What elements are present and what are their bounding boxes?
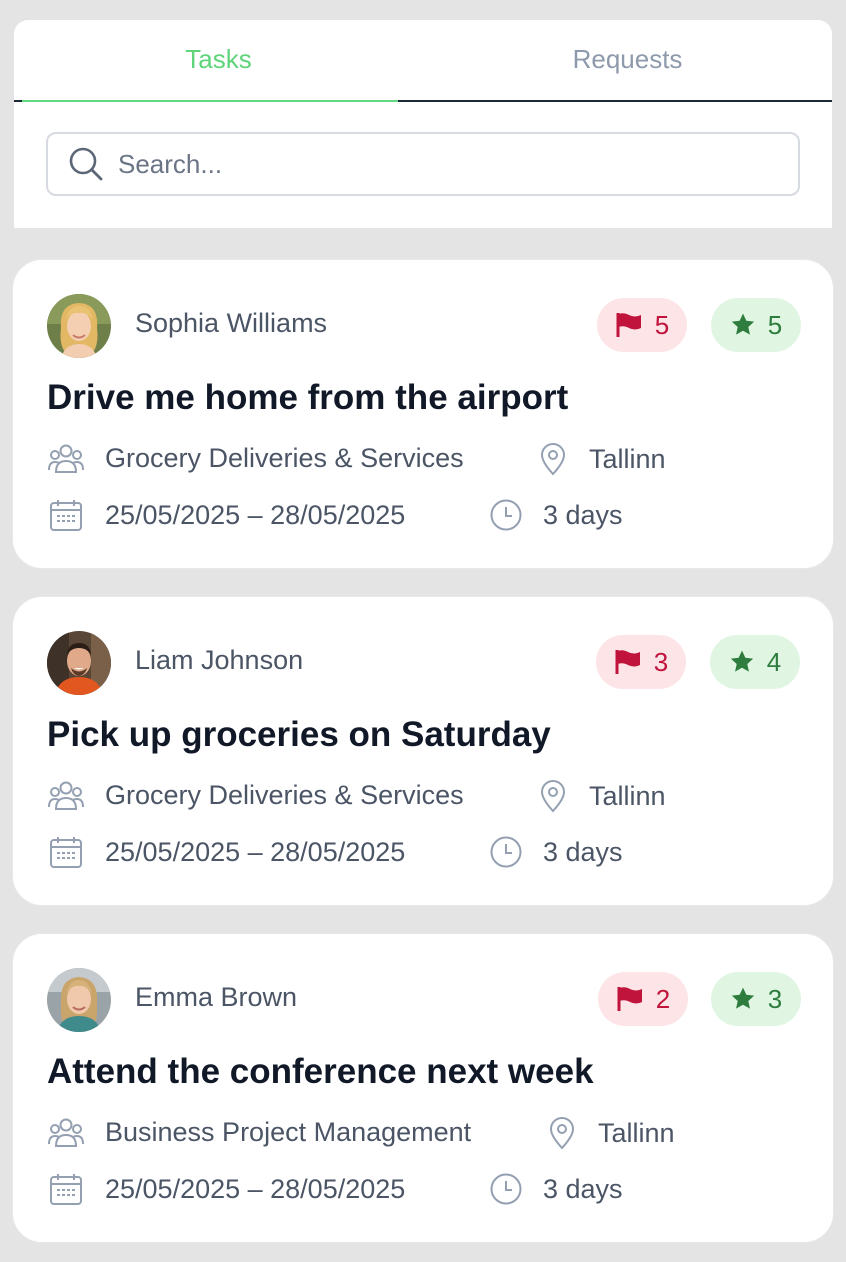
- duration-label: 3 days: [543, 499, 623, 530]
- flag-count: 5: [654, 309, 670, 340]
- location-label: Tallinn: [589, 443, 666, 474]
- flag-badge: 5: [597, 298, 687, 352]
- date-range: 25/05/2025 – 28/05/2025: [105, 499, 406, 530]
- search-input[interactable]: [118, 148, 778, 180]
- rating-value: 5: [767, 309, 783, 340]
- category-label: Business Project Management: [105, 1116, 472, 1147]
- author-name: Sophia Williams: [135, 308, 328, 338]
- rating-value: 3: [767, 983, 783, 1014]
- task-dates: 25/05/2025 – 28/05/2025: [47, 1172, 405, 1206]
- author-name: Emma Brown: [135, 982, 298, 1012]
- flag-badge: 3: [596, 635, 686, 689]
- task-location: Tallinn: [537, 442, 666, 476]
- tab-bar: Tasks Requests: [14, 20, 832, 102]
- duration-label: 3 days: [543, 1173, 623, 1204]
- task-list-header: Tasks Requests: [14, 20, 832, 228]
- avatar: [47, 631, 111, 695]
- clock-icon: [490, 499, 522, 531]
- task-location: Tallinn: [546, 1116, 675, 1150]
- task-category: Grocery Deliveries & Services: [47, 442, 464, 474]
- task-card[interactable]: Sophia Williams 5 5 Drive me home from t…: [12, 259, 834, 569]
- rating-badge: 4: [710, 635, 800, 689]
- task-category: Business Project Management: [47, 1116, 471, 1148]
- date-range: 25/05/2025 – 28/05/2025: [105, 836, 406, 867]
- rating-value: 4: [766, 646, 782, 677]
- task-card[interactable]: Liam Johnson 3 4 Pick up groceries on Sa…: [12, 596, 834, 906]
- avatar: [47, 294, 111, 358]
- flag-icon: [615, 650, 640, 674]
- clock-icon: [490, 836, 522, 868]
- task-dates: 25/05/2025 – 28/05/2025: [47, 835, 405, 869]
- location-pin-icon: [549, 1117, 575, 1150]
- avatar: [47, 968, 111, 1032]
- group-icon: [48, 444, 84, 473]
- search-box[interactable]: [46, 132, 800, 196]
- duration-label: 3 days: [543, 836, 623, 867]
- category-label: Grocery Deliveries & Services: [105, 442, 464, 473]
- task-location: Tallinn: [537, 779, 666, 813]
- task-card[interactable]: Emma Brown 2 3 Attend the conference nex…: [12, 933, 834, 1243]
- search-icon: [69, 147, 103, 181]
- calendar-icon: [50, 1174, 82, 1205]
- group-icon: [48, 1118, 84, 1147]
- rating-badge: 3: [711, 972, 801, 1026]
- date-range: 25/05/2025 – 28/05/2025: [105, 1173, 406, 1204]
- task-title: Pick up groceries on Saturday: [47, 715, 551, 754]
- author-name: Liam Johnson: [135, 645, 304, 675]
- star-icon: [731, 987, 754, 1009]
- task-title: Drive me home from the airport: [47, 378, 569, 417]
- location-pin-icon: [540, 443, 566, 476]
- task-category: Grocery Deliveries & Services: [47, 779, 464, 811]
- task-duration: 3 days: [489, 1172, 623, 1206]
- calendar-icon: [50, 500, 82, 531]
- location-pin-icon: [540, 780, 566, 813]
- rating-badge: 5: [711, 298, 801, 352]
- calendar-icon: [50, 837, 82, 868]
- task-duration: 3 days: [489, 498, 623, 532]
- active-tab-indicator: [22, 100, 398, 102]
- category-label: Grocery Deliveries & Services: [105, 779, 464, 810]
- tab-requests[interactable]: Requests: [423, 20, 832, 102]
- tab-tasks[interactable]: Tasks: [14, 20, 423, 102]
- flag-count: 2: [655, 983, 671, 1014]
- group-icon: [48, 781, 84, 810]
- flag-icon: [616, 313, 641, 337]
- star-icon: [730, 650, 753, 672]
- clock-icon: [490, 1173, 522, 1205]
- star-icon: [731, 313, 754, 335]
- location-label: Tallinn: [589, 780, 666, 811]
- task-dates: 25/05/2025 – 28/05/2025: [47, 498, 405, 532]
- task-title: Attend the conference next week: [47, 1052, 594, 1091]
- task-duration: 3 days: [489, 835, 623, 869]
- location-label: Tallinn: [598, 1117, 675, 1148]
- flag-count: 3: [653, 646, 669, 677]
- flag-badge: 2: [598, 972, 688, 1026]
- flag-icon: [617, 987, 642, 1011]
